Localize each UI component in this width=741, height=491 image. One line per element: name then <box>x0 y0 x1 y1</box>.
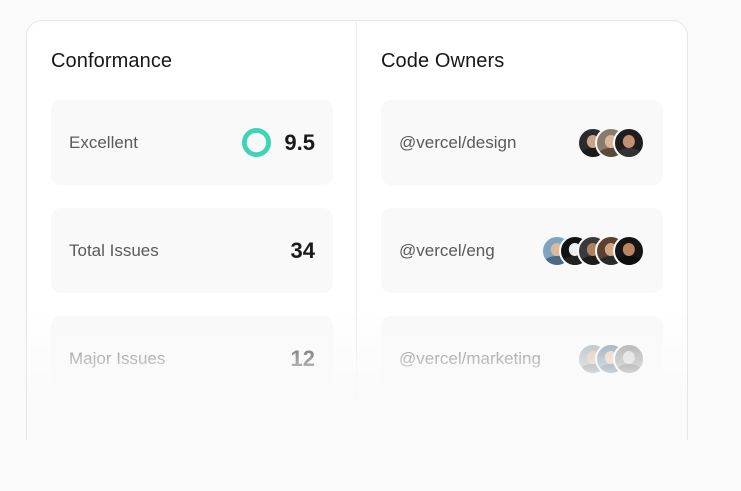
conformance-panel: Conformance Excellent 9.5 Total Issues 3… <box>27 21 357 440</box>
code-owners-panel: Code Owners @vercel/design @vercel/eng @… <box>357 21 687 440</box>
major-issues-label: Major Issues <box>69 348 166 368</box>
owner-team-row[interactable]: @vercel/marketing <box>381 316 663 401</box>
owner-team-row[interactable]: @vercel/eng <box>381 208 663 293</box>
total-issues-label: Total Issues <box>69 240 159 260</box>
team-handle: @vercel/eng <box>399 240 495 260</box>
total-issues-value: 34 <box>290 237 315 263</box>
score-value: 9.5 <box>284 129 315 155</box>
score-tile[interactable]: Excellent 9.5 <box>51 100 333 185</box>
team-handle: @vercel/design <box>399 132 517 152</box>
owner-team-row[interactable]: @vercel/design <box>381 100 663 185</box>
avatar[interactable] <box>613 126 645 159</box>
avatar[interactable] <box>613 342 645 375</box>
score-label: Excellent <box>69 132 138 152</box>
code-owners-title: Code Owners <box>381 50 505 72</box>
major-issues-tile[interactable]: Major Issues 12 <box>51 316 333 401</box>
major-issues-value: 12 <box>290 345 315 371</box>
team-handle: @vercel/marketing <box>399 348 541 368</box>
avatar-stack <box>577 342 645 375</box>
conformance-title: Conformance <box>51 50 173 72</box>
avatar-stack <box>541 234 645 267</box>
overview-card: Conformance Excellent 9.5 Total Issues 3… <box>26 20 688 440</box>
score-ring-icon <box>242 127 272 158</box>
score-display: 9.5 <box>241 127 315 158</box>
avatar[interactable] <box>613 234 645 267</box>
total-issues-tile[interactable]: Total Issues 34 <box>51 208 333 293</box>
avatar-stack <box>577 126 645 159</box>
